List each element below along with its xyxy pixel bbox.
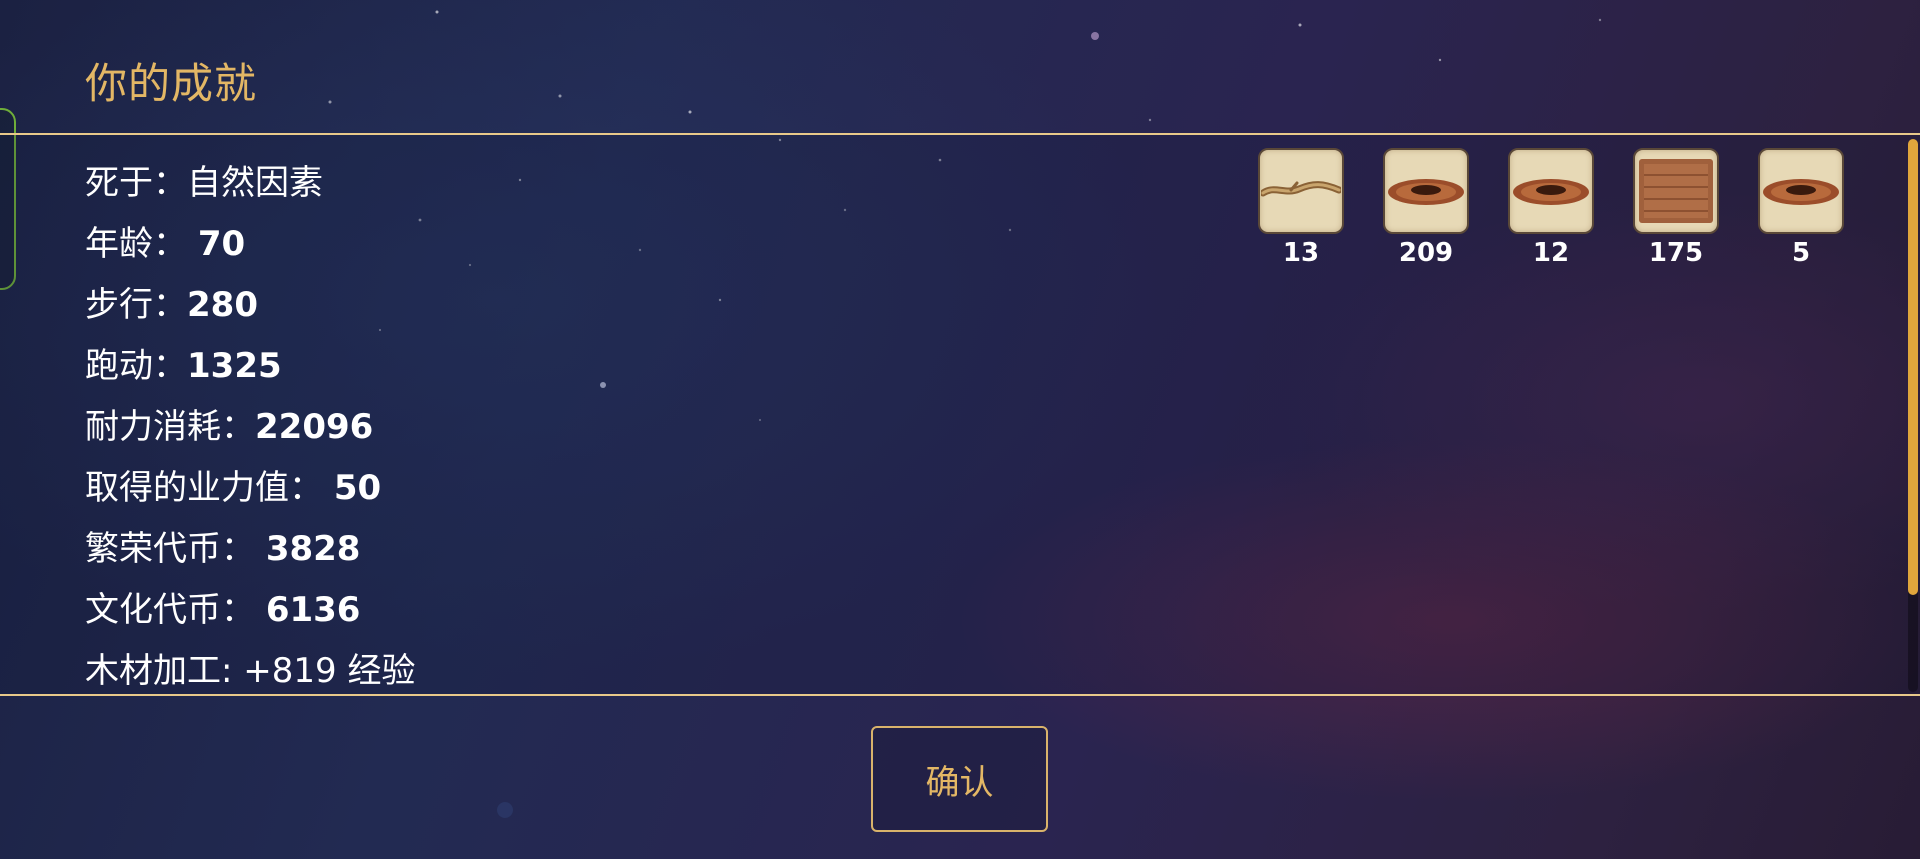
- stat-stamina-used: 耐力消耗：22096: [85, 397, 415, 458]
- stat-value: 280: [187, 285, 258, 325]
- stat-value: +819 经验: [243, 651, 416, 691]
- item-count: 13: [1282, 238, 1320, 268]
- item-count: 209: [1398, 238, 1454, 268]
- stat-label: 取得的业力值：: [85, 468, 334, 508]
- stat-ran: 跑动：1325: [85, 336, 415, 397]
- stat-label: 步行：: [85, 285, 187, 325]
- item-count: 5: [1791, 238, 1811, 268]
- nest-icon: [1513, 179, 1589, 205]
- stat-label: 年龄：: [85, 224, 198, 264]
- confirm-button[interactable]: 确认: [871, 726, 1048, 832]
- stat-label: 繁荣代币：: [85, 529, 266, 569]
- stat-label: 死于：: [85, 163, 187, 203]
- stat-value: 70: [197, 224, 246, 264]
- scrollbar[interactable]: [1908, 139, 1918, 692]
- stat-label: 耐力消耗：: [85, 407, 255, 447]
- reward-items: 13 209 12 175 5: [1256, 148, 1846, 268]
- stat-label: 文化代币：: [85, 590, 266, 630]
- item-slot[interactable]: [1508, 148, 1594, 234]
- stat-value: 1325: [187, 346, 282, 386]
- stat-woodworking-xp: 木材加工: +819 经验: [85, 641, 415, 702]
- stat-value: 22096: [255, 407, 374, 447]
- stat-value: 50: [333, 468, 382, 508]
- stat-karma-earned: 取得的业力值： 50: [85, 458, 415, 519]
- stat-value: 3828: [265, 529, 361, 569]
- reward-item[interactable]: 175: [1631, 148, 1721, 268]
- reward-item[interactable]: 12: [1506, 148, 1596, 268]
- stat-cause-of-death: 死于：自然因素: [85, 153, 415, 214]
- item-slot[interactable]: [1758, 148, 1844, 234]
- item-count: 175: [1648, 238, 1704, 268]
- stat-label: 木材加工:: [85, 651, 244, 691]
- stat-value: 6136: [265, 590, 361, 630]
- item-count: 12: [1532, 238, 1570, 268]
- item-slot[interactable]: [1633, 148, 1719, 234]
- nest-icon: [1763, 179, 1839, 205]
- item-slot[interactable]: [1383, 148, 1469, 234]
- reward-item[interactable]: 209: [1381, 148, 1471, 268]
- nest-icon: [1388, 179, 1464, 205]
- stats-list: 死于：自然因素 年龄： 70 步行：280 跑动：1325 耐力消耗：22096…: [85, 153, 415, 702]
- fiber-mat-icon: [1639, 159, 1713, 223]
- stat-label: 跑动：: [85, 346, 187, 386]
- item-slot[interactable]: [1258, 148, 1344, 234]
- stat-walked: 步行：280: [85, 275, 415, 336]
- scrollbar-thumb[interactable]: [1908, 139, 1918, 595]
- stat-age: 年龄： 70: [85, 214, 415, 275]
- achievements-panel: 死于：自然因素 年龄： 70 步行：280 跑动：1325 耐力消耗：22096…: [0, 133, 1920, 696]
- stat-prosperity-tokens: 繁荣代币： 3828: [85, 519, 415, 580]
- stat-value: 自然因素: [187, 163, 323, 203]
- stat-culture-tokens: 文化代币： 6136: [85, 580, 415, 641]
- page-title: 你的成就: [85, 59, 258, 108]
- reward-item[interactable]: 5: [1756, 148, 1846, 268]
- wood-stick-icon: [1261, 181, 1341, 197]
- reward-item[interactable]: 13: [1256, 148, 1346, 268]
